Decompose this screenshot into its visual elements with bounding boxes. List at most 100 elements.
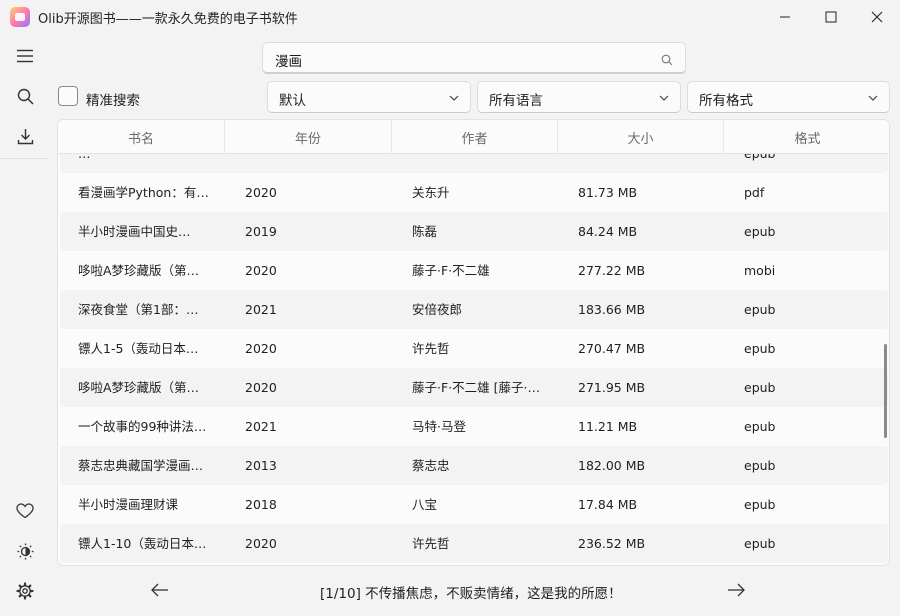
window-title: Olib开源图书——一款永久免费的电子书软件 (38, 12, 298, 27)
sidebar-download-button[interactable] (6, 119, 44, 153)
table-row[interactable]: 哆啦A梦珍藏版（第… 2020 藤子·F·不二雄 277.22 MB mobi (60, 251, 888, 290)
book-author: 马特·马登 (412, 419, 466, 434)
sort-select-value: 默认 (279, 93, 306, 109)
book-title: 一个故事的99种讲法… (78, 419, 207, 434)
favorites-button[interactable] (6, 494, 44, 528)
table-row[interactable]: 半小时漫画中国史… 2019 陈磊 84.24 MB epub (60, 212, 888, 251)
book-format: mobi (744, 263, 776, 278)
book-size (578, 154, 718, 173)
book-author: 藤子·F·不二雄 (412, 263, 490, 278)
book-size: 277.22 MB (578, 263, 646, 278)
book-year: 2020 (245, 380, 277, 395)
book-format: epub (744, 536, 776, 551)
sidebar-divider (0, 158, 48, 159)
table-scrollbar[interactable] (884, 344, 887, 438)
table-row[interactable]: 看漫画学Python：有… 2020 关东升 81.73 MB pdf (60, 173, 888, 212)
column-header-size[interactable]: 大小 (558, 120, 724, 154)
chevron-down-icon (659, 95, 669, 101)
book-format: epub (744, 341, 776, 356)
book-author: 蔡志忠 (412, 458, 450, 473)
theme-toggle-button[interactable] (6, 534, 44, 568)
book-year: 2021 (245, 302, 277, 317)
book-format: epub (744, 380, 776, 395)
search-input[interactable]: 漫画 (275, 50, 302, 70)
book-author: 许先哲 (412, 536, 450, 551)
book-title: 半小时漫画中国史… (78, 224, 191, 239)
table-row[interactable]: … epub (60, 154, 888, 173)
table-body: … epub 看漫画学Python：有… 2020 关东升 81.73 MB pdf 半小时漫… (58, 154, 889, 565)
table-row[interactable]: 一个故事的99种讲法… 2021 马特·马登 11.21 MB epub (60, 407, 888, 446)
book-size: 183.66 MB (578, 302, 646, 317)
results-table: 书名 年份 作者 大小 格式 … epub 看漫画学Python：有… 2020 关东升… (57, 119, 890, 566)
format-select[interactable]: 所有格式 (687, 81, 890, 113)
column-header-author[interactable]: 作者 (392, 120, 558, 154)
book-title: … (78, 154, 228, 173)
book-size: 271.95 MB (578, 380, 646, 395)
book-year: 2013 (245, 458, 277, 473)
settings-icon (16, 582, 34, 600)
book-format: epub (744, 458, 776, 473)
table-row[interactable]: 半小时漫画理财课 2018 八宝 17.84 MB epub (60, 485, 888, 524)
book-author: 陈磊 (412, 224, 438, 239)
book-title: 半小时漫画理财课 (78, 497, 179, 512)
column-header-title[interactable]: 书名 (58, 120, 225, 154)
book-format: epub (744, 302, 776, 317)
close-button[interactable] (854, 0, 900, 34)
book-format: epub (744, 497, 776, 512)
book-year (245, 154, 365, 173)
book-title: 深夜食堂（第1部：… (78, 302, 199, 317)
book-year: 2021 (245, 419, 277, 434)
book-size: 270.47 MB (578, 341, 646, 356)
exact-search-checkbox[interactable] (58, 86, 78, 106)
table-row[interactable]: 哆啦A梦珍藏版（第… 2020 藤子·F·不二雄 [藤子·… 271.95 MB epu… (60, 368, 888, 407)
search-box[interactable]: 漫画 (262, 42, 686, 74)
book-author: 安倍夜郎 (412, 302, 463, 317)
close-icon (871, 11, 883, 23)
book-title: 镖人1-5（轰动日本… (78, 341, 199, 356)
book-size: 182.00 MB (578, 458, 646, 473)
language-select[interactable]: 所有语言 (477, 81, 681, 113)
chevron-down-icon (449, 95, 459, 101)
book-year: 2018 (245, 497, 277, 512)
book-author: 许先哲 (412, 341, 450, 356)
maximize-icon (825, 11, 837, 23)
book-title: 哆啦A梦珍藏版（第… (78, 380, 200, 395)
settings-button[interactable] (6, 574, 44, 608)
book-size: 236.52 MB (578, 536, 646, 551)
arrow-right-icon (728, 583, 745, 597)
book-format: epub (744, 419, 776, 434)
search-icon (17, 88, 33, 104)
column-header-format[interactable]: 格式 (724, 120, 889, 154)
book-title: 蔡志忠典藏国学漫画… (78, 458, 204, 473)
arrow-left-icon (151, 583, 168, 597)
menu-button[interactable] (6, 39, 44, 73)
book-year: 2020 (245, 536, 277, 551)
table-row[interactable]: 镖人1-10（轰动日本… 2020 许先哲 236.52 MB epub (60, 524, 888, 563)
maximize-button[interactable] (808, 0, 854, 34)
search-submit-button[interactable] (661, 51, 675, 66)
table-row[interactable]: 深夜食堂（第1部：… 2021 安倍夜郎 183.66 MB epub (60, 290, 888, 329)
book-format: epub (744, 154, 864, 173)
table-rows: … epub 看漫画学Python：有… 2020 关东升 81.73 MB pdf 半小时漫… (58, 154, 889, 563)
book-title: 看漫画学Python：有… (78, 185, 209, 200)
book-size: 17.84 MB (578, 497, 638, 512)
book-format: epub (744, 224, 776, 239)
column-header-year[interactable]: 年份 (225, 120, 392, 154)
language-select-value: 所有语言 (489, 93, 543, 109)
footer-status: [1/10] 不传播焦虑，不贩卖情绪，这是我的所愿！ (320, 586, 622, 602)
table-row[interactable]: 蔡志忠典藏国学漫画… 2013 蔡志忠 182.00 MB epub (60, 446, 888, 485)
minimize-button[interactable] (762, 0, 808, 34)
next-page-button[interactable] (722, 578, 750, 602)
sidebar-search-button[interactable] (6, 79, 44, 113)
table-row[interactable]: 镖人1-5（轰动日本… 2020 许先哲 270.47 MB epub (60, 329, 888, 368)
table-header: 书名 年份 作者 大小 格式 (58, 120, 889, 154)
previous-page-button[interactable] (146, 578, 174, 602)
sort-select[interactable]: 默认 (267, 81, 471, 113)
book-year: 2020 (245, 263, 277, 278)
heart-icon (16, 503, 34, 519)
minimize-icon (780, 16, 790, 18)
book-format: pdf (744, 185, 765, 200)
book-author (412, 154, 562, 173)
search-icon (661, 54, 673, 66)
book-size: 81.73 MB (578, 185, 638, 200)
